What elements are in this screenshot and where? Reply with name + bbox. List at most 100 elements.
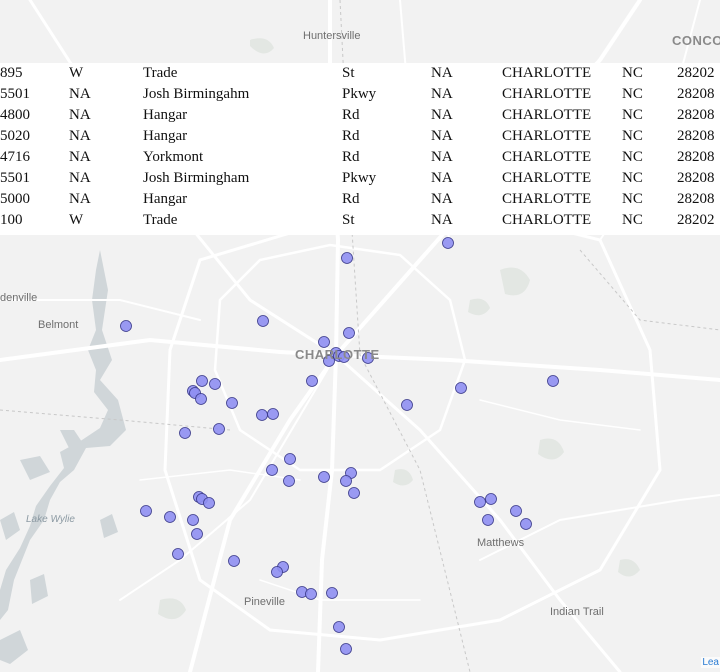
location-marker[interactable] — [191, 528, 203, 540]
location-marker[interactable] — [209, 378, 221, 390]
location-marker[interactable] — [340, 475, 352, 487]
place-label-matthews: Matthews — [477, 537, 525, 549]
address-street-name-cell: Yorkmont — [143, 149, 204, 165]
location-marker[interactable] — [271, 566, 283, 578]
location-marker[interactable] — [213, 423, 225, 435]
address-street-direction-cell: W — [69, 65, 84, 81]
address-street-direction-cell: NA — [69, 86, 91, 102]
address-street-suffix-cell: Rd — [342, 107, 360, 123]
location-marker[interactable] — [318, 336, 330, 348]
address-city-cell: CHARLOTTE — [502, 170, 592, 186]
address-state-cell: NC — [622, 86, 643, 102]
location-marker[interactable] — [164, 511, 176, 523]
location-marker[interactable] — [474, 496, 486, 508]
address-city-cell: CHARLOTTE — [502, 149, 592, 165]
location-marker[interactable] — [195, 393, 207, 405]
location-marker[interactable] — [318, 471, 330, 483]
place-label-cramerton: denville — [0, 292, 38, 304]
address-street-suffix-cell: Rd — [342, 149, 360, 165]
location-marker[interactable] — [333, 621, 345, 633]
map-view[interactable]: Huntersville CONCO denville Belmont CHAR… — [0, 0, 720, 672]
location-marker[interactable] — [510, 505, 522, 517]
location-marker[interactable] — [305, 588, 317, 600]
address-street-direction-cell: NA — [69, 149, 91, 165]
map-attribution-link[interactable]: Lea — [701, 657, 720, 668]
address-street-suffix-cell: Rd — [342, 128, 360, 144]
place-label-indian-trail: Indian Trail — [550, 606, 604, 618]
location-marker[interactable] — [283, 475, 295, 487]
location-marker[interactable] — [179, 427, 191, 439]
address-unit-cell: NA — [431, 212, 453, 228]
place-label-lake-wylie: Lake Wylie — [26, 514, 75, 525]
address-street-suffix-cell: St — [342, 65, 355, 81]
address-street-name-cell: Josh Birmingham — [143, 170, 250, 186]
location-marker[interactable] — [256, 409, 268, 421]
location-marker[interactable] — [172, 548, 184, 560]
address-street-suffix-cell: Rd — [342, 191, 360, 207]
table-row: 5020 NA Hangar Rd NA CHARLOTTE NC 28208 — [0, 126, 715, 147]
location-marker[interactable] — [485, 493, 497, 505]
location-marker[interactable] — [547, 375, 559, 387]
location-marker[interactable] — [306, 375, 318, 387]
address-state-cell: NC — [622, 149, 643, 165]
address-street-name-cell: Trade — [143, 212, 178, 228]
location-marker[interactable] — [482, 514, 494, 526]
address-street-name-cell: Josh Birmingahm — [143, 86, 250, 102]
address-street-number-cell: 4800 — [0, 107, 30, 123]
address-city-cell: CHARLOTTE — [502, 128, 592, 144]
address-unit-cell: NA — [431, 107, 453, 123]
address-street-name-cell: Hangar — [143, 191, 188, 207]
location-marker[interactable] — [226, 397, 238, 409]
address-street-name-cell: Hangar — [143, 128, 188, 144]
location-marker[interactable] — [401, 399, 413, 411]
address-city-cell: CHARLOTTE — [502, 65, 592, 81]
location-marker[interactable] — [340, 643, 352, 655]
location-marker[interactable] — [341, 252, 353, 264]
location-marker[interactable] — [140, 505, 152, 517]
address-city-cell: CHARLOTTE — [502, 107, 592, 123]
address-street-direction-cell: NA — [69, 191, 91, 207]
location-marker[interactable] — [326, 587, 338, 599]
address-street-number-cell: 5501 — [0, 170, 30, 186]
address-city-cell: CHARLOTTE — [502, 212, 592, 228]
address-zip-cell: 28208 — [677, 107, 715, 123]
place-label-charlotte: CHARLOTTE — [295, 347, 380, 362]
location-marker[interactable] — [284, 453, 296, 465]
address-unit-cell: NA — [431, 170, 453, 186]
address-street-direction-cell: NA — [69, 128, 91, 144]
address-street-number-cell: 4716 — [0, 149, 30, 165]
place-label-belmont: Belmont — [38, 319, 79, 331]
address-state-cell: NC — [622, 128, 643, 144]
address-unit-cell: NA — [431, 65, 453, 81]
location-marker[interactable] — [196, 375, 208, 387]
location-marker[interactable] — [257, 315, 269, 327]
address-zip-cell: 28208 — [677, 191, 715, 207]
location-marker[interactable] — [228, 555, 240, 567]
place-label-huntersville: Huntersville — [303, 30, 361, 42]
address-state-cell: NC — [622, 107, 643, 123]
location-marker[interactable] — [442, 237, 454, 249]
address-street-number-cell: 100 — [0, 212, 23, 228]
address-state-cell: NC — [622, 170, 643, 186]
location-marker[interactable] — [520, 518, 532, 530]
location-marker[interactable] — [187, 514, 199, 526]
location-marker[interactable] — [203, 497, 215, 509]
address-unit-cell: NA — [431, 191, 453, 207]
table-row: 100 W Trade St NA CHARLOTTE NC 28202 — [0, 210, 715, 231]
location-marker[interactable] — [455, 382, 467, 394]
address-zip-cell: 28208 — [677, 149, 715, 165]
table-row: 895 W Trade St NA CHARLOTTE NC 28202 — [0, 63, 715, 84]
location-marker[interactable] — [120, 320, 132, 332]
address-unit-cell: NA — [431, 86, 453, 102]
address-zip-cell: 28202 — [677, 65, 715, 81]
address-street-number-cell: 5501 — [0, 86, 30, 102]
location-marker[interactable] — [267, 408, 279, 420]
place-label-pineville: Pineville — [244, 596, 285, 608]
address-street-direction-cell: NA — [69, 170, 91, 186]
address-street-number-cell: 895 — [0, 65, 23, 81]
location-marker[interactable] — [348, 487, 360, 499]
location-marker[interactable] — [266, 464, 278, 476]
location-marker[interactable] — [343, 327, 355, 339]
address-street-suffix-cell: Pkwy — [342, 170, 377, 186]
table-row: 5000 NA Hangar Rd NA CHARLOTTE NC 28208 — [0, 189, 715, 210]
